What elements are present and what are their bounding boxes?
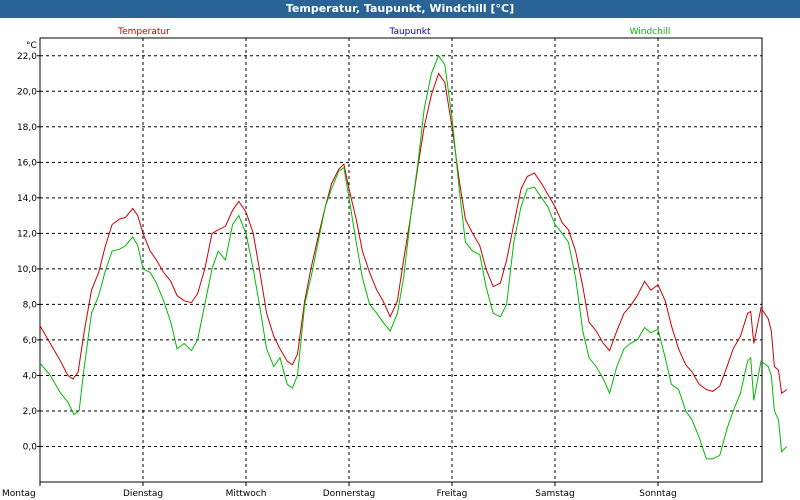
y-tick-label: 2,0 — [23, 407, 38, 417]
x-tick-day-label: Dienstag — [123, 489, 163, 499]
legend: Temperatur Taupunkt Windchill — [117, 27, 670, 37]
y-tick-label: 4,0 — [23, 371, 38, 381]
x-tick-day-label: Montag — [2, 489, 36, 499]
x-tick-day-label: Freitag — [437, 489, 468, 499]
x-tick-day-label: Mittwoch — [226, 489, 267, 499]
y-tick-label: 14,0 — [17, 194, 37, 204]
plot-background — [40, 38, 762, 482]
y-tick-label: 18,0 — [17, 123, 37, 133]
y-axis-ticks: 22,0 20,0 18,0 16,0 14,0 12,0 10,0 8,0 6,0 4,0 2,0… — [17, 52, 40, 452]
x-tick-day-label: Donnerstag — [323, 489, 376, 499]
legend-entry-taupunkt: Taupunkt — [388, 27, 431, 37]
y-tick-label: 12,0 — [17, 229, 37, 239]
y-tick-label: 6,0 — [23, 336, 38, 346]
x-axis-ticks: Montag18.04.16Dienstag19.04.16Mittwoch20… — [2, 482, 677, 499]
y-tick-label: 8,0 — [23, 300, 38, 310]
y-axis-unit: °C — [26, 41, 37, 51]
y-tick-label: 0,0 — [23, 442, 38, 452]
legend-entry-temperatur: Temperatur — [117, 27, 170, 37]
y-tick-label: 10,0 — [17, 265, 37, 275]
y-tick-label: 20,0 — [17, 87, 37, 97]
chart-area: °C 22,0 20,0 18,0 16,0 14,0 12,0 10,0 8,0 6,0 4,0… — [2, 27, 788, 499]
y-tick-label: 16,0 — [17, 158, 37, 168]
y-tick-label: 22,0 — [17, 52, 37, 62]
chart-title-bar: Temperatur, Taupunkt, Windchill [°C] — [0, 0, 800, 18]
x-tick-day-label: Samstag — [535, 489, 574, 499]
legend-entry-windchill: Windchill — [630, 27, 671, 37]
x-tick-day-label: Sonntag — [639, 489, 676, 499]
